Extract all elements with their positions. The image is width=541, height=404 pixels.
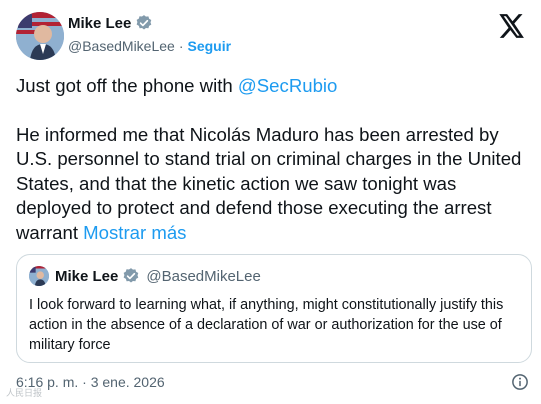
mention-link[interactable]: @SecRubio bbox=[238, 75, 338, 96]
tweet-text: Just got off the phone with @SecRubio He… bbox=[16, 74, 528, 245]
quoted-avatar bbox=[29, 266, 49, 286]
quoted-author-name: Mike Lee bbox=[55, 267, 119, 285]
tweet-first-line: Just got off the phone with @SecRubio bbox=[16, 74, 528, 99]
tweet-body: He informed me that Nicolás Maduro has b… bbox=[16, 123, 528, 246]
quoted-author-row: Mike Lee @BasedMikeLee bbox=[55, 267, 261, 285]
verified-badge-icon bbox=[135, 14, 153, 32]
info-icon[interactable] bbox=[511, 373, 529, 391]
author-name[interactable]: Mike Lee bbox=[68, 15, 131, 32]
quoted-author-handle: @BasedMikeLee bbox=[146, 267, 261, 285]
quoted-tweet-text: I look forward to learning what, if anyt… bbox=[29, 297, 504, 353]
separator: · bbox=[178, 38, 184, 54]
verified-badge-icon bbox=[122, 267, 140, 285]
author-name-row: Mike Lee bbox=[68, 14, 153, 32]
tweet-embed: Mike Lee @BasedMikeLee · Seguir Just got… bbox=[0, 0, 541, 404]
quoted-tweet[interactable]: Mike Lee @BasedMikeLee I look forward to… bbox=[16, 254, 532, 363]
avatar[interactable] bbox=[16, 12, 64, 60]
follow-button[interactable]: Seguir bbox=[188, 38, 232, 54]
author-handle[interactable]: @BasedMikeLee bbox=[68, 38, 175, 54]
watermark: 人民日报 bbox=[6, 388, 43, 398]
author-handle-row: @BasedMikeLee · Seguir bbox=[68, 38, 231, 54]
show-more-link[interactable]: Mostrar más bbox=[83, 222, 186, 243]
tweet-line1-text: Just got off the phone with bbox=[16, 75, 238, 96]
x-logo-icon[interactable] bbox=[499, 14, 525, 38]
